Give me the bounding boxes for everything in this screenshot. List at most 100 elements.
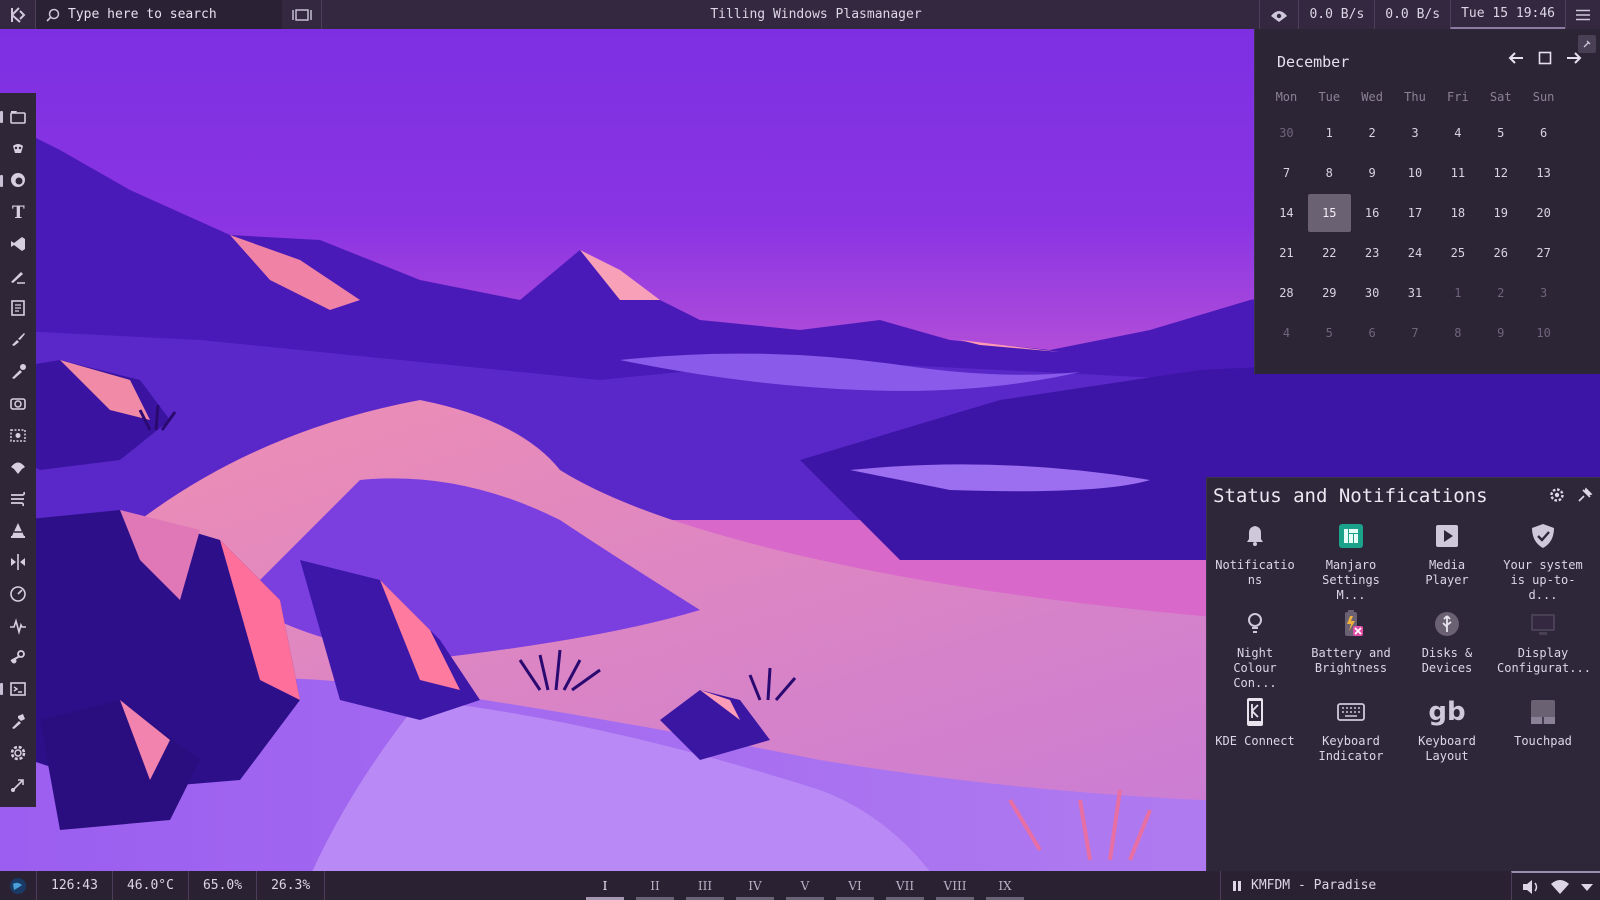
pin-icon[interactable] bbox=[1576, 486, 1594, 504]
dock-item[interactable] bbox=[0, 355, 36, 387]
calendar-day[interactable]: 4 bbox=[1265, 314, 1308, 352]
calendar-day[interactable]: 4 bbox=[1436, 114, 1479, 152]
calendar-day[interactable]: 11 bbox=[1436, 154, 1479, 192]
calendar-day[interactable]: 17 bbox=[1394, 194, 1437, 232]
today-square-icon[interactable] bbox=[1538, 51, 1552, 65]
calendar-day[interactable]: 10 bbox=[1394, 154, 1437, 192]
calendar-day[interactable]: 2 bbox=[1479, 274, 1522, 312]
calendar-day[interactable]: 26 bbox=[1479, 234, 1522, 272]
tray-expand-icon[interactable] bbox=[1580, 881, 1594, 893]
tray-item[interactable]: Display Configurat... bbox=[1495, 608, 1591, 682]
network-button[interactable] bbox=[1259, 0, 1298, 29]
virtual-desktop[interactable]: II bbox=[630, 871, 680, 900]
volume-icon[interactable] bbox=[1522, 879, 1540, 895]
calendar-day[interactable]: 29 bbox=[1308, 274, 1351, 312]
tray-item[interactable]: Disks & Devices bbox=[1399, 608, 1495, 682]
calendar-day[interactable]: 7 bbox=[1265, 154, 1308, 192]
planet-logo-button[interactable] bbox=[0, 871, 36, 900]
calendar-day[interactable]: 1 bbox=[1308, 114, 1351, 152]
dock-item[interactable] bbox=[0, 514, 36, 546]
arrow-right-icon[interactable] bbox=[1566, 51, 1582, 65]
virtual-desktop[interactable]: IX bbox=[980, 871, 1030, 900]
calendar-day[interactable]: 13 bbox=[1522, 154, 1565, 192]
calendar-day[interactable]: 3 bbox=[1394, 114, 1437, 152]
dock-item[interactable] bbox=[0, 610, 36, 642]
pause-icon[interactable] bbox=[1231, 880, 1243, 892]
dock-item[interactable] bbox=[0, 769, 36, 801]
calendar-day[interactable]: 1 bbox=[1436, 274, 1479, 312]
calendar-day[interactable]: 9 bbox=[1351, 154, 1394, 192]
tray-item[interactable]: Battery and Brightness bbox=[1303, 608, 1399, 682]
calendar-day[interactable]: 10 bbox=[1522, 314, 1565, 352]
calendar-day[interactable]: 8 bbox=[1436, 314, 1479, 352]
calendar-day[interactable]: 25 bbox=[1436, 234, 1479, 272]
calendar-day[interactable]: 23 bbox=[1351, 234, 1394, 272]
calendar-day[interactable]: 12 bbox=[1479, 154, 1522, 192]
calendar-day[interactable]: 9 bbox=[1479, 314, 1522, 352]
tray-item[interactable]: Night Colour Con... bbox=[1207, 608, 1303, 690]
dock-item[interactable] bbox=[0, 673, 36, 705]
dock-item[interactable] bbox=[0, 260, 36, 292]
tray-item[interactable]: Media Player bbox=[1399, 520, 1495, 594]
tray-item[interactable]: Keyboard Indicator bbox=[1303, 696, 1399, 770]
dock-item[interactable] bbox=[0, 546, 36, 578]
calendar-day[interactable]: 6 bbox=[1522, 114, 1565, 152]
dock-item[interactable] bbox=[0, 737, 36, 769]
virtual-desktop[interactable]: VI bbox=[830, 871, 880, 900]
calendar-day[interactable]: 28 bbox=[1265, 274, 1308, 312]
search-field[interactable]: Type here to search bbox=[36, 0, 282, 29]
tray-item[interactable]: Manjaro Settings M... bbox=[1303, 520, 1399, 602]
calendar-day[interactable]: 2 bbox=[1351, 114, 1394, 152]
dock-item[interactable] bbox=[0, 133, 36, 165]
menu-button[interactable] bbox=[1565, 0, 1600, 29]
dock-item[interactable] bbox=[0, 578, 36, 610]
tray-item[interactable]: KDE Connect bbox=[1207, 696, 1303, 770]
virtual-desktop[interactable]: I bbox=[580, 871, 630, 900]
calendar-day-today[interactable]: 15 bbox=[1307, 194, 1351, 232]
calendar-day[interactable]: 5 bbox=[1308, 314, 1351, 352]
calendar-day[interactable]: 24 bbox=[1394, 234, 1437, 272]
dock-item[interactable]: T bbox=[0, 196, 36, 228]
dock-item[interactable] bbox=[0, 387, 36, 419]
dock-item[interactable] bbox=[0, 228, 36, 260]
dock-item[interactable] bbox=[0, 642, 36, 674]
arrow-left-icon[interactable] bbox=[1508, 51, 1524, 65]
virtual-desktop[interactable]: III bbox=[680, 871, 730, 900]
tray-item[interactable]: Notificatio ns bbox=[1207, 520, 1303, 594]
dock-item[interactable] bbox=[0, 292, 36, 324]
dock-item[interactable] bbox=[0, 419, 36, 451]
media-now-playing[interactable]: KMFDM - Paradise bbox=[1220, 871, 1376, 900]
dock-item[interactable] bbox=[0, 705, 36, 737]
dock-item[interactable] bbox=[0, 324, 36, 356]
virtual-desktop[interactable]: VII bbox=[880, 871, 930, 900]
tray-item[interactable]: gb Keyboard Layout bbox=[1399, 696, 1495, 770]
calendar-day[interactable]: 30 bbox=[1265, 114, 1308, 152]
dock-item[interactable] bbox=[0, 101, 36, 133]
calendar-day[interactable]: 19 bbox=[1479, 194, 1522, 232]
calendar-day[interactable]: 20 bbox=[1522, 194, 1565, 232]
virtual-desktop[interactable]: VIII bbox=[930, 871, 980, 900]
calendar-day[interactable]: 14 bbox=[1265, 194, 1308, 232]
calendar-day[interactable]: 21 bbox=[1265, 234, 1308, 272]
settings-gear-icon[interactable] bbox=[1548, 486, 1566, 504]
calendar-day[interactable]: 7 bbox=[1394, 314, 1437, 352]
overview-button[interactable] bbox=[282, 0, 322, 29]
dock-item[interactable] bbox=[0, 451, 36, 483]
wifi-icon[interactable] bbox=[1550, 879, 1570, 895]
calendar-day[interactable]: 8 bbox=[1308, 154, 1351, 192]
tray-item[interactable]: Your system is up-to-d... bbox=[1495, 520, 1591, 602]
dock-item[interactable] bbox=[0, 165, 36, 197]
app-launcher-button[interactable] bbox=[0, 0, 36, 29]
calendar-day[interactable]: 5 bbox=[1479, 114, 1522, 152]
dock-item[interactable] bbox=[0, 483, 36, 515]
calendar-day[interactable]: 18 bbox=[1436, 194, 1479, 232]
calendar-day[interactable]: 6 bbox=[1351, 314, 1394, 352]
virtual-desktop[interactable]: IV bbox=[730, 871, 780, 900]
virtual-desktop[interactable]: V bbox=[780, 871, 830, 900]
calendar-day[interactable]: 31 bbox=[1394, 274, 1437, 312]
clock[interactable]: Tue 15 19:46 bbox=[1450, 0, 1565, 29]
calendar-day[interactable]: 27 bbox=[1522, 234, 1565, 272]
calendar-day[interactable]: 3 bbox=[1522, 274, 1565, 312]
calendar-day[interactable]: 22 bbox=[1308, 234, 1351, 272]
calendar-day[interactable]: 16 bbox=[1351, 194, 1394, 232]
